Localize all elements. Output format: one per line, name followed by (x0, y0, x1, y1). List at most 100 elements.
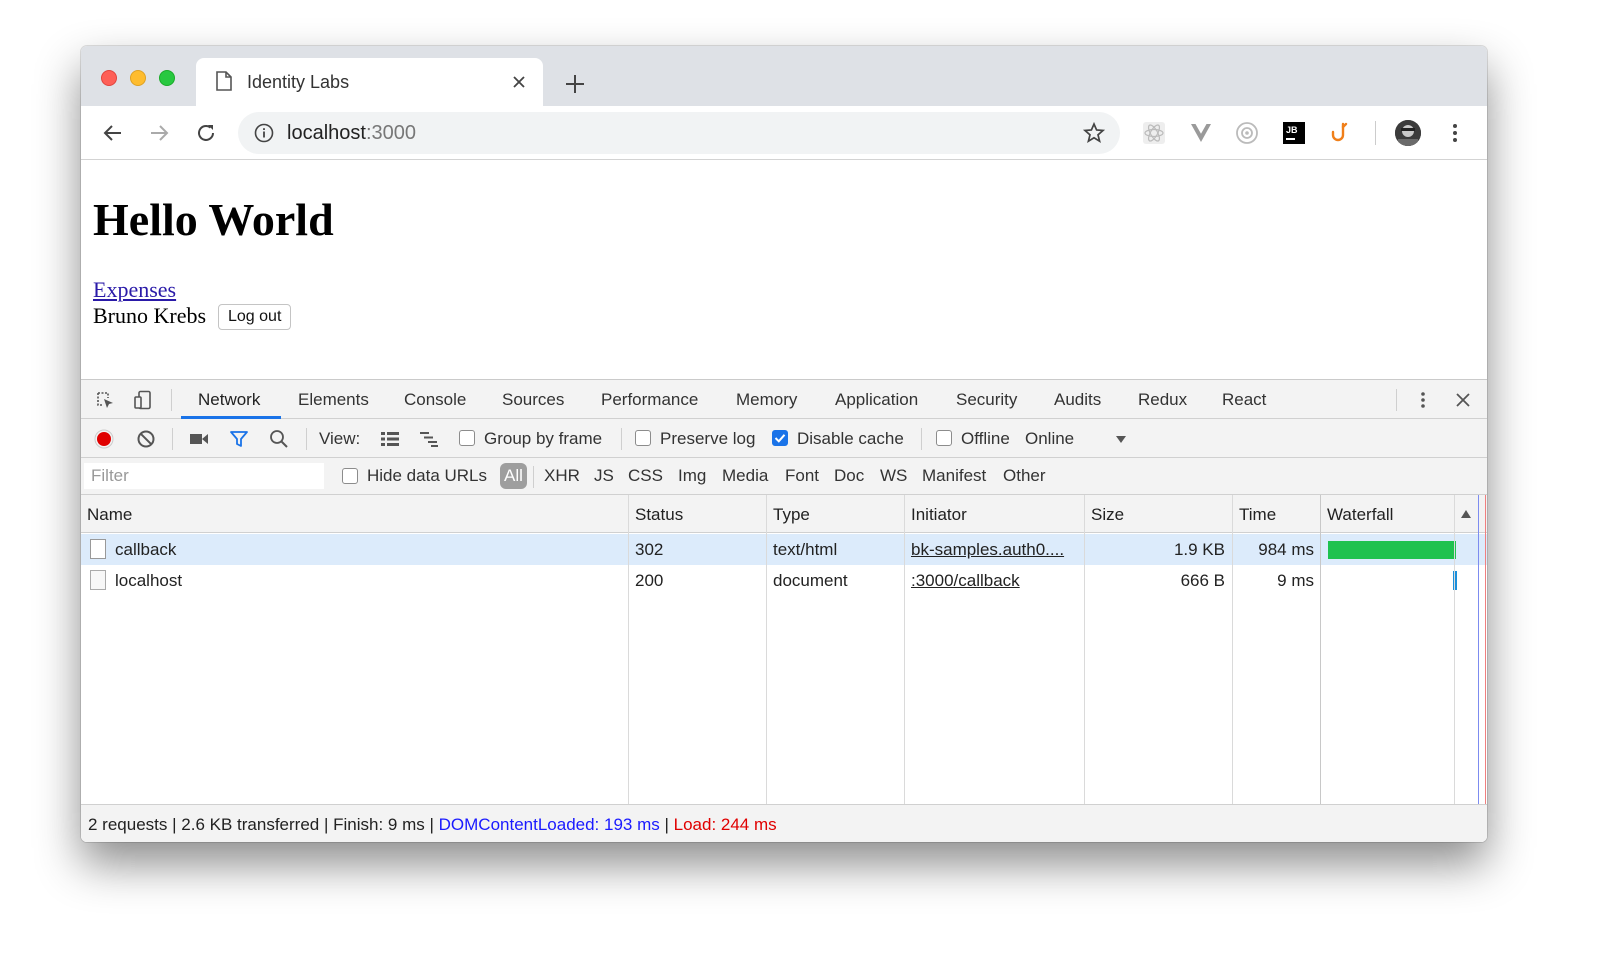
tab-audits[interactable]: Audits (1054, 390, 1101, 410)
close-tab-icon[interactable] (509, 72, 529, 92)
browser-tab[interactable]: Identity Labs (196, 58, 543, 106)
request-initiator[interactable]: :3000/callback (911, 571, 1020, 591)
offline-checkbox[interactable] (936, 430, 952, 446)
user-name: Bruno Krebs (93, 303, 207, 328)
request-initiator[interactable]: bk-samples.auth0.... (911, 540, 1064, 560)
vue-devtools-icon[interactable] (1189, 121, 1213, 145)
tab-elements[interactable]: Elements (298, 390, 369, 410)
avatar-icon (1395, 120, 1421, 146)
request-type: document (773, 571, 848, 590)
waterfall-bar (1328, 541, 1456, 559)
column-initiator[interactable]: Initiator (911, 505, 967, 525)
throttling-select[interactable]: Online (1025, 429, 1074, 449)
close-window-button[interactable] (101, 70, 117, 86)
request-size: 666 B (1180, 571, 1225, 590)
forward-arrow-icon[interactable] (147, 121, 171, 145)
summary-finish: Finish: 9 ms (333, 815, 425, 834)
profile-avatar[interactable] (1395, 120, 1421, 146)
filter-type-css[interactable]: CSS (628, 466, 663, 486)
request-name: callback (115, 540, 177, 559)
document-icon (90, 570, 106, 590)
filter-type-manifest[interactable]: Manifest (922, 466, 986, 486)
record-icon[interactable] (94, 429, 114, 449)
network-toolbar: View: Group by frame Preserve log Disabl… (81, 419, 1487, 458)
column-time[interactable]: Time (1239, 505, 1276, 525)
tab-strip: Identity Labs (81, 46, 1487, 106)
column-divider (766, 495, 767, 804)
filter-type-xhr[interactable]: XHR (544, 466, 580, 486)
extension-circle-icon[interactable] (1235, 121, 1259, 145)
filter-type-ws[interactable]: WS (880, 466, 907, 486)
tab-react[interactable]: React (1222, 390, 1266, 410)
search-icon[interactable] (269, 429, 289, 449)
clear-icon[interactable] (136, 429, 156, 449)
filter-separator (533, 466, 534, 488)
zoom-window-button[interactable] (159, 70, 175, 86)
disable-cache-checkbox[interactable] (772, 430, 788, 446)
dropdown-arrow-icon[interactable] (1113, 431, 1129, 447)
react-devtools-icon[interactable] (1142, 121, 1166, 145)
column-status[interactable]: Status (635, 505, 683, 525)
request-time: 9 ms (1277, 571, 1314, 590)
tab-network[interactable]: Network (198, 390, 260, 410)
close-devtools-icon[interactable] (1453, 390, 1473, 410)
new-tab-icon[interactable] (563, 72, 587, 96)
tab-console[interactable]: Console (404, 390, 466, 410)
table-row[interactable]: localhost 200 document :3000/callback 66… (81, 565, 1487, 596)
device-toolbar-icon[interactable] (133, 390, 153, 410)
group-by-frame-label: Group by frame (484, 429, 603, 448)
devtools-menu-icon[interactable] (1413, 390, 1433, 410)
column-size[interactable]: Size (1091, 505, 1124, 525)
overview-icon[interactable] (419, 429, 439, 449)
filter-funnel-icon[interactable] (229, 429, 249, 449)
summary-separator: | (319, 815, 334, 834)
filter-input[interactable]: Filter (84, 463, 324, 489)
large-rows-icon[interactable] (380, 429, 400, 449)
column-type[interactable]: Type (773, 505, 810, 525)
filter-type-all[interactable]: All (500, 463, 527, 489)
tab-redux[interactable]: Redux (1138, 390, 1187, 410)
tab-application[interactable]: Application (835, 390, 918, 410)
video-camera-icon[interactable] (189, 429, 209, 449)
table-row[interactable]: callback 302 text/html bk-samples.auth0.… (81, 534, 1487, 565)
info-icon[interactable] (254, 123, 274, 143)
column-name[interactable]: Name (87, 505, 132, 525)
summary-separator: | (424, 815, 439, 834)
column-waterfall[interactable]: Waterfall (1327, 505, 1393, 525)
summary-line: 2 requests | 2.6 KB transferred | Finish… (88, 815, 777, 835)
filter-type-doc[interactable]: Doc (834, 466, 864, 486)
filter-type-js[interactable]: JS (594, 466, 614, 486)
logout-button[interactable]: Log out (218, 304, 292, 330)
request-name: localhost (115, 571, 183, 590)
expenses-link[interactable]: Expenses (93, 277, 176, 303)
hide-data-urls-checkbox[interactable] (342, 468, 358, 484)
reload-icon[interactable] (194, 121, 218, 145)
bookmark-star-icon[interactable] (1082, 121, 1106, 145)
filter-type-img[interactable]: Img (678, 466, 706, 486)
tab-memory[interactable]: Memory (736, 390, 797, 410)
filter-type-font[interactable]: Font (785, 466, 819, 486)
column-divider (1084, 495, 1085, 804)
filter-type-media[interactable]: Media (722, 466, 768, 486)
tab-performance[interactable]: Performance (601, 390, 698, 410)
sort-ascending-icon[interactable] (1459, 507, 1473, 521)
document-icon (90, 539, 106, 559)
inspect-element-icon[interactable] (95, 390, 115, 410)
column-divider (1320, 495, 1321, 804)
toolbar-separator (621, 428, 622, 450)
filter-type-other[interactable]: Other (1003, 466, 1046, 486)
svg-text:JB: JB (1286, 125, 1298, 135)
minimize-window-button[interactable] (130, 70, 146, 86)
tab-sources[interactable]: Sources (502, 390, 564, 410)
address-bar[interactable]: localhost:3000 (238, 112, 1120, 154)
back-arrow-icon[interactable] (101, 121, 125, 145)
jetbrains-icon[interactable]: JB (1282, 121, 1306, 145)
column-divider (628, 495, 629, 804)
hook-icon[interactable] (1328, 121, 1352, 145)
browser-menu-icon[interactable] (1445, 121, 1465, 145)
tab-security[interactable]: Security (956, 390, 1017, 410)
toolbar-separator (921, 428, 922, 450)
preserve-log-checkbox[interactable] (635, 430, 651, 446)
toolbar-separator (306, 428, 307, 450)
group-by-frame-checkbox[interactable] (459, 430, 475, 446)
